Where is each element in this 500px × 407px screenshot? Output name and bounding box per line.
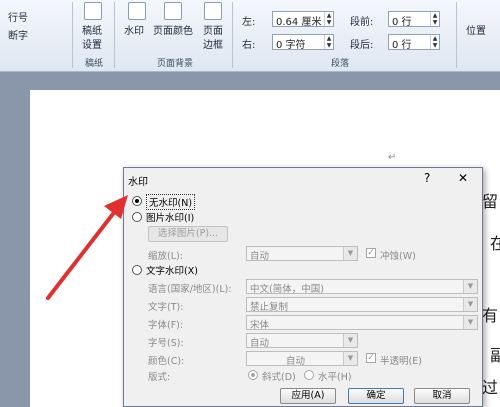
- language-label: 语言(国家/地区)(L):: [148, 284, 232, 295]
- scale-label: 缩放(L):: [148, 251, 183, 262]
- font-select[interactable]: 宋体 ▼: [246, 315, 478, 331]
- position-button[interactable]: 位置: [466, 22, 486, 37]
- chevron-down-icon[interactable]: ▼: [463, 316, 477, 329]
- scale-value: 自动: [250, 251, 270, 262]
- text-select[interactable]: 禁止复制 ▼: [246, 297, 478, 313]
- page-background-group-label: 页面背景: [156, 59, 193, 69]
- line-numbers-button[interactable]: 行号: [8, 9, 28, 24]
- layout-label: 版式:: [148, 372, 171, 383]
- chevron-down-icon[interactable]: ▼: [343, 247, 357, 260]
- cancel-button[interactable]: 取消: [414, 388, 470, 404]
- picture-watermark-label[interactable]: 图片水印(I): [146, 210, 194, 224]
- spinner-arrows-icon[interactable]: ▲ ▼: [430, 12, 439, 26]
- semitransparent-label: 半透明(E): [380, 356, 422, 367]
- washout-label: 冲蚀(W): [380, 251, 416, 262]
- indent-left-label: 左:: [242, 17, 256, 28]
- chevron-down-icon[interactable]: ▼: [463, 280, 477, 293]
- language-select[interactable]: 中文(简体，中国) ▼: [246, 279, 478, 295]
- manuscript-icon: [84, 2, 102, 20]
- spacing-after-input[interactable]: 0 行 ▲ ▼: [388, 34, 440, 51]
- spacing-before-label: 段前:: [350, 17, 374, 28]
- close-button[interactable]: ✕: [458, 171, 468, 185]
- dialog-title: 水印: [128, 177, 148, 188]
- spinner-arrows-icon[interactable]: ▲ ▼: [324, 12, 333, 26]
- font-label: 字体(F):: [148, 320, 184, 331]
- picture-watermark-radio[interactable]: [132, 212, 142, 222]
- spinner-arrows-icon[interactable]: ▲ ▼: [430, 35, 439, 49]
- ribbon-separator: [114, 2, 115, 68]
- no-watermark-label[interactable]: 无水印(N): [146, 194, 196, 210]
- document-text: 有: [482, 306, 499, 325]
- chevron-down-icon[interactable]: ▼: [463, 298, 477, 311]
- ribbon-separator: [456, 2, 457, 68]
- document-text: 留: [482, 192, 499, 211]
- document-text: 在: [490, 234, 500, 253]
- watermark-icon: [128, 2, 146, 20]
- text-value: 禁止复制: [250, 302, 289, 313]
- chevron-down-icon[interactable]: ▼: [343, 352, 357, 365]
- font-value: 宋体: [250, 320, 270, 331]
- page-color-icon: [164, 2, 182, 20]
- ok-button[interactable]: 确定: [348, 388, 404, 404]
- horizontal-radio[interactable]: [304, 370, 314, 380]
- page-border-icon: [204, 2, 222, 20]
- no-watermark-radio[interactable]: [132, 196, 142, 206]
- document-text: 副: [490, 346, 500, 365]
- ribbon-separator: [232, 2, 233, 68]
- diagonal-radio[interactable]: [248, 370, 258, 380]
- size-select[interactable]: 自动 ▼: [246, 333, 358, 349]
- spacing-before-input[interactable]: 0 行 ▲ ▼: [388, 11, 440, 28]
- ribbon-separator: [72, 2, 73, 68]
- manuscript-label-2[interactable]: 设置: [82, 36, 102, 51]
- language-value: 中文(简体，中国): [250, 284, 324, 295]
- spinner-arrows-icon[interactable]: ▲ ▼: [324, 35, 333, 49]
- scale-select[interactable]: 自动 ▼: [246, 246, 358, 262]
- page-color-button[interactable]: 页面颜色: [153, 22, 193, 37]
- watermark-dialog: 水印 ? ✕ 无水印(N) 图片水印(I) 选择图片(P)... 缩放(L): …: [123, 167, 483, 407]
- paragraph-group-label: 段落: [330, 59, 349, 69]
- text-watermark-label[interactable]: 文字水印(X): [146, 263, 198, 277]
- diagonal-label: 斜式(D): [262, 372, 296, 383]
- apply-button[interactable]: 应用(A): [280, 388, 336, 404]
- page-border-label-1[interactable]: 页面: [203, 22, 223, 37]
- color-label: 颜色(C):: [148, 356, 185, 367]
- text-watermark-radio[interactable]: [132, 265, 142, 275]
- help-button[interactable]: ?: [424, 171, 430, 185]
- document-text: 过: [482, 378, 499, 397]
- indent-right-value: 0 字符: [276, 40, 306, 51]
- manuscript-label-1[interactable]: 稿纸: [82, 22, 102, 37]
- page-border-label-2[interactable]: 边框: [203, 36, 223, 51]
- paragraph-mark: ↵: [388, 152, 397, 163]
- horizontal-label: 水平(H): [318, 372, 352, 383]
- text-label: 文字(T):: [148, 302, 184, 313]
- spacing-after-value: 0 行: [392, 40, 412, 51]
- indent-left-value: 0.64 厘米: [276, 17, 322, 28]
- watermark-button[interactable]: 水印: [124, 22, 144, 37]
- indent-right-input[interactable]: 0 字符 ▲ ▼: [272, 34, 334, 51]
- spacing-before-value: 0 行: [392, 17, 412, 28]
- select-picture-button[interactable]: 选择图片(P)...: [148, 226, 228, 242]
- manuscript-group-label: 稿纸: [84, 59, 103, 69]
- ribbon: 行号 断字 稿纸 设置 稿纸 水印 页面颜色 页面 边框 页面背景 左: 0.6…: [0, 0, 500, 72]
- spacing-after-label: 段后:: [350, 40, 374, 51]
- indent-right-label: 右:: [242, 40, 256, 51]
- size-label: 字号(S):: [148, 338, 184, 349]
- size-value: 自动: [250, 338, 270, 349]
- washout-checkbox[interactable]: ✓: [366, 248, 376, 258]
- color-select[interactable]: 自动 ▼: [246, 351, 358, 367]
- indent-left-input[interactable]: 0.64 厘米 ▲ ▼: [272, 11, 334, 28]
- chevron-down-icon[interactable]: ▼: [343, 334, 357, 347]
- color-value: 自动: [285, 356, 305, 367]
- hyphenation-button[interactable]: 断字: [8, 27, 28, 42]
- semitransparent-checkbox[interactable]: ✓: [366, 353, 376, 363]
